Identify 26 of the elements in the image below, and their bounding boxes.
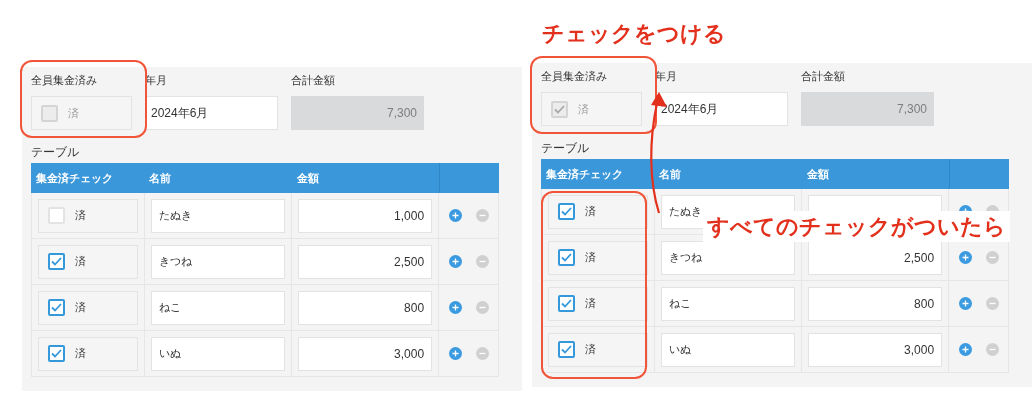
field-label: 全員集金済み [31,73,98,87]
column-header: 金額 [806,166,830,182]
checkbox-label: 済 [578,101,589,117]
callout-tooltip: すべてのチェックがついたら [703,211,1010,242]
total-amount-field: 7,300 [801,92,934,126]
column-header: 名前 [658,166,682,182]
checkbox-label: 済 [585,296,596,312]
field-label: 合計金額 [291,73,336,87]
checkbox-label: 済 [68,105,79,121]
column-header: 名前 [148,170,172,186]
table-label: テーブル [541,141,590,156]
table-label: テーブル [31,145,80,160]
checkbox-label: 済 [585,250,596,266]
checkbox-label: 済 [585,342,596,358]
annotation-heading: チェックをつける [542,22,727,46]
checkbox-label: 済 [585,204,596,220]
checkbox-label: 済 [75,254,86,270]
checkbox-label: 済 [75,208,86,224]
field-label: 合計金額 [801,69,846,83]
field-label: 全員集金済み [541,69,608,83]
column-header: 集金済チェック [35,170,114,186]
checkbox-label: 済 [75,300,86,316]
column-header: 集金済チェック [545,166,624,182]
column-header: 金額 [296,170,320,186]
checkbox-label: 済 [75,346,86,362]
total-amount-field: 7,300 [291,96,424,130]
